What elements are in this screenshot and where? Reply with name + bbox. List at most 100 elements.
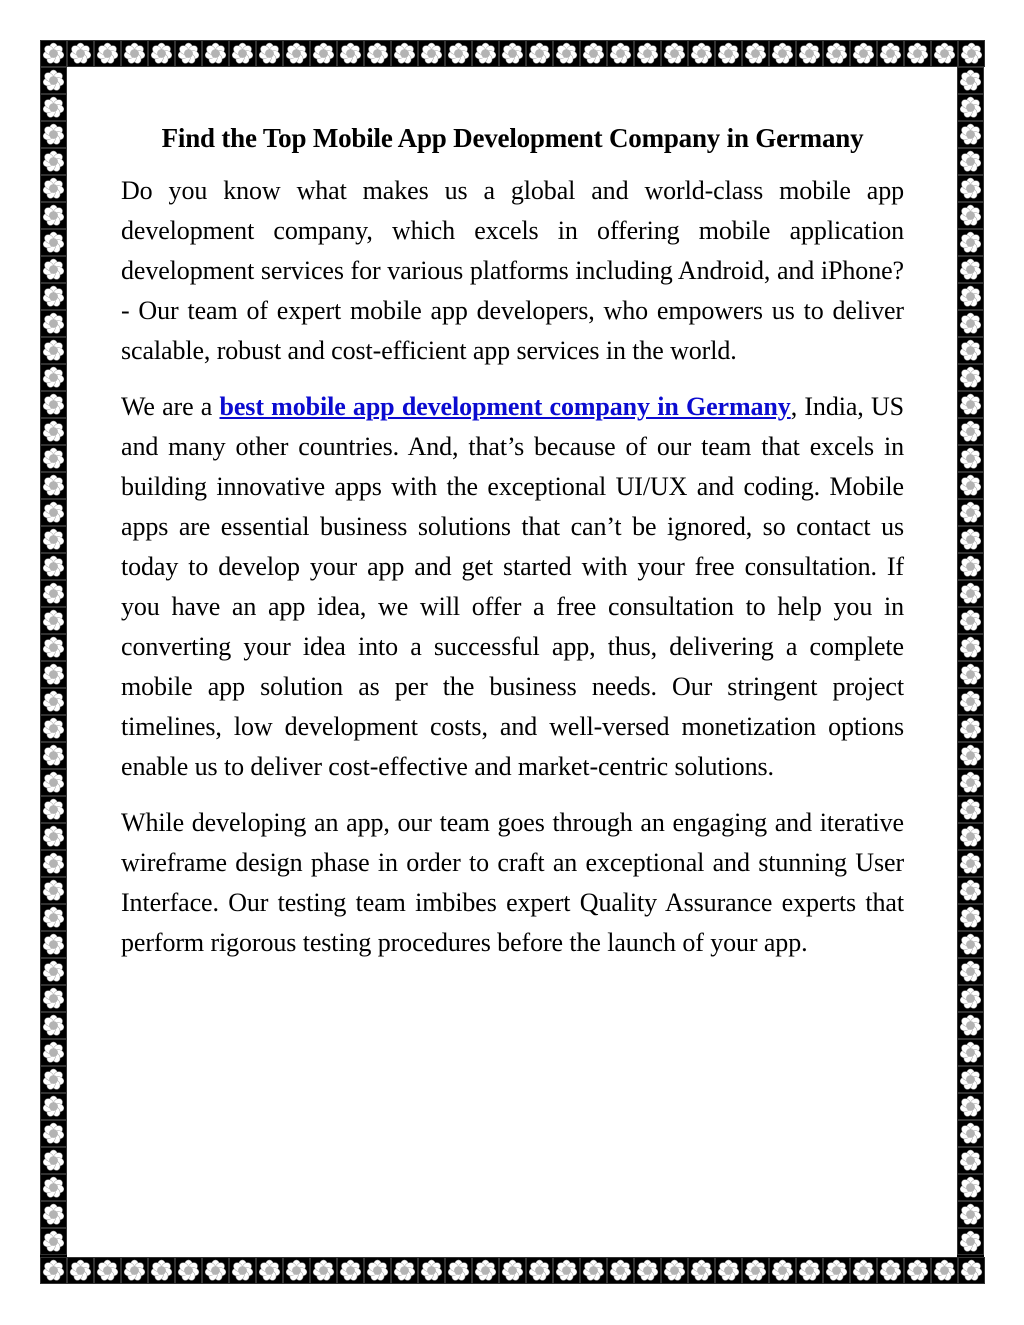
border-tile xyxy=(823,40,850,67)
border-tile xyxy=(957,553,984,580)
paragraph-process: While developing an app, our team goes t… xyxy=(121,808,904,957)
border-tile xyxy=(957,1147,984,1174)
flower-icon xyxy=(798,1259,821,1282)
flower-icon xyxy=(42,1041,65,1064)
border-tile xyxy=(877,40,904,67)
flower-icon xyxy=(663,1259,686,1282)
border-tile xyxy=(472,1257,499,1284)
flower-icon xyxy=(42,582,65,605)
flower-icon xyxy=(959,744,982,767)
border-tile xyxy=(580,40,607,67)
border-tile xyxy=(337,40,364,67)
border-tile xyxy=(715,1257,742,1284)
border-tile xyxy=(337,1257,364,1284)
border-tile xyxy=(67,1257,94,1284)
border-tile xyxy=(40,958,67,985)
border-tile xyxy=(957,1012,984,1039)
flower-icon xyxy=(42,501,65,524)
border-tile xyxy=(40,418,67,445)
border-tile xyxy=(283,1257,310,1284)
flower-icon xyxy=(959,933,982,956)
flower-icon xyxy=(312,1259,335,1282)
flower-icon xyxy=(959,1014,982,1037)
flower-icon xyxy=(447,1259,470,1282)
flower-icon xyxy=(959,798,982,821)
border-tile xyxy=(202,40,229,67)
flower-icon xyxy=(42,204,65,227)
flower-icon xyxy=(285,1259,308,1282)
border-tile xyxy=(40,1147,67,1174)
border-tile xyxy=(742,40,769,67)
border-tile xyxy=(957,310,984,337)
border-tile xyxy=(40,526,67,553)
border-tile xyxy=(715,40,742,67)
border-tile xyxy=(769,1257,796,1284)
flower-icon xyxy=(959,474,982,497)
border-tile xyxy=(121,40,148,67)
flower-icon xyxy=(959,1176,982,1199)
flower-icon xyxy=(959,1041,982,1064)
flower-icon xyxy=(852,42,875,65)
border-tile xyxy=(957,958,984,985)
flower-icon xyxy=(717,1259,740,1282)
flower-icon xyxy=(959,123,982,146)
document-body: Find the Top Mobile App Development Comp… xyxy=(121,118,904,979)
border-tile xyxy=(661,1257,688,1284)
flower-icon xyxy=(959,636,982,659)
flower-icon xyxy=(231,42,254,65)
border-tile xyxy=(40,40,67,67)
border-tile xyxy=(957,823,984,850)
border-tile xyxy=(94,1257,121,1284)
border-tile xyxy=(40,769,67,796)
border-tile xyxy=(229,40,256,67)
border-left xyxy=(40,67,67,1255)
flower-icon xyxy=(959,987,982,1010)
flower-icon xyxy=(959,231,982,254)
flower-icon xyxy=(42,906,65,929)
flower-icon xyxy=(42,1014,65,1037)
flower-icon xyxy=(501,1259,524,1282)
flower-icon xyxy=(663,42,686,65)
border-tile xyxy=(40,1201,67,1228)
border-tile xyxy=(688,1257,715,1284)
border-tile xyxy=(202,1257,229,1284)
border-tile xyxy=(957,796,984,823)
border-tile xyxy=(121,1257,148,1284)
flower-icon xyxy=(42,933,65,956)
paragraph-intro: Do you know what makes us a global and w… xyxy=(121,176,904,365)
border-tile xyxy=(957,931,984,958)
border-tile xyxy=(40,121,67,148)
flower-icon xyxy=(42,393,65,416)
border-tile xyxy=(175,1257,202,1284)
border-tile xyxy=(957,229,984,256)
flower-icon xyxy=(42,798,65,821)
flower-icon xyxy=(636,1259,659,1282)
flower-icon xyxy=(42,1230,65,1253)
flower-icon xyxy=(42,717,65,740)
flower-icon xyxy=(959,69,982,92)
flower-icon xyxy=(959,501,982,524)
flower-icon xyxy=(959,1095,982,1118)
border-tile xyxy=(40,1093,67,1120)
border-tile xyxy=(94,40,121,67)
border-tile xyxy=(607,1257,634,1284)
border-tile xyxy=(958,40,985,67)
flower-icon xyxy=(42,1259,65,1282)
flower-icon xyxy=(42,42,65,65)
flower-icon xyxy=(771,1259,794,1282)
flower-icon xyxy=(204,42,227,65)
border-tile xyxy=(796,40,823,67)
flower-icon xyxy=(42,69,65,92)
company-link[interactable]: best mobile app development company in G… xyxy=(220,392,791,421)
flower-icon xyxy=(960,42,983,65)
paragraph-text-before-link: We are a xyxy=(121,392,220,421)
flower-icon xyxy=(959,528,982,551)
border-tile xyxy=(40,904,67,931)
flower-icon xyxy=(366,42,389,65)
border-tile xyxy=(40,391,67,418)
border-tile xyxy=(957,1228,984,1255)
border-tile xyxy=(40,877,67,904)
border-tile xyxy=(40,796,67,823)
border-tile xyxy=(40,580,67,607)
flower-icon xyxy=(96,1259,119,1282)
